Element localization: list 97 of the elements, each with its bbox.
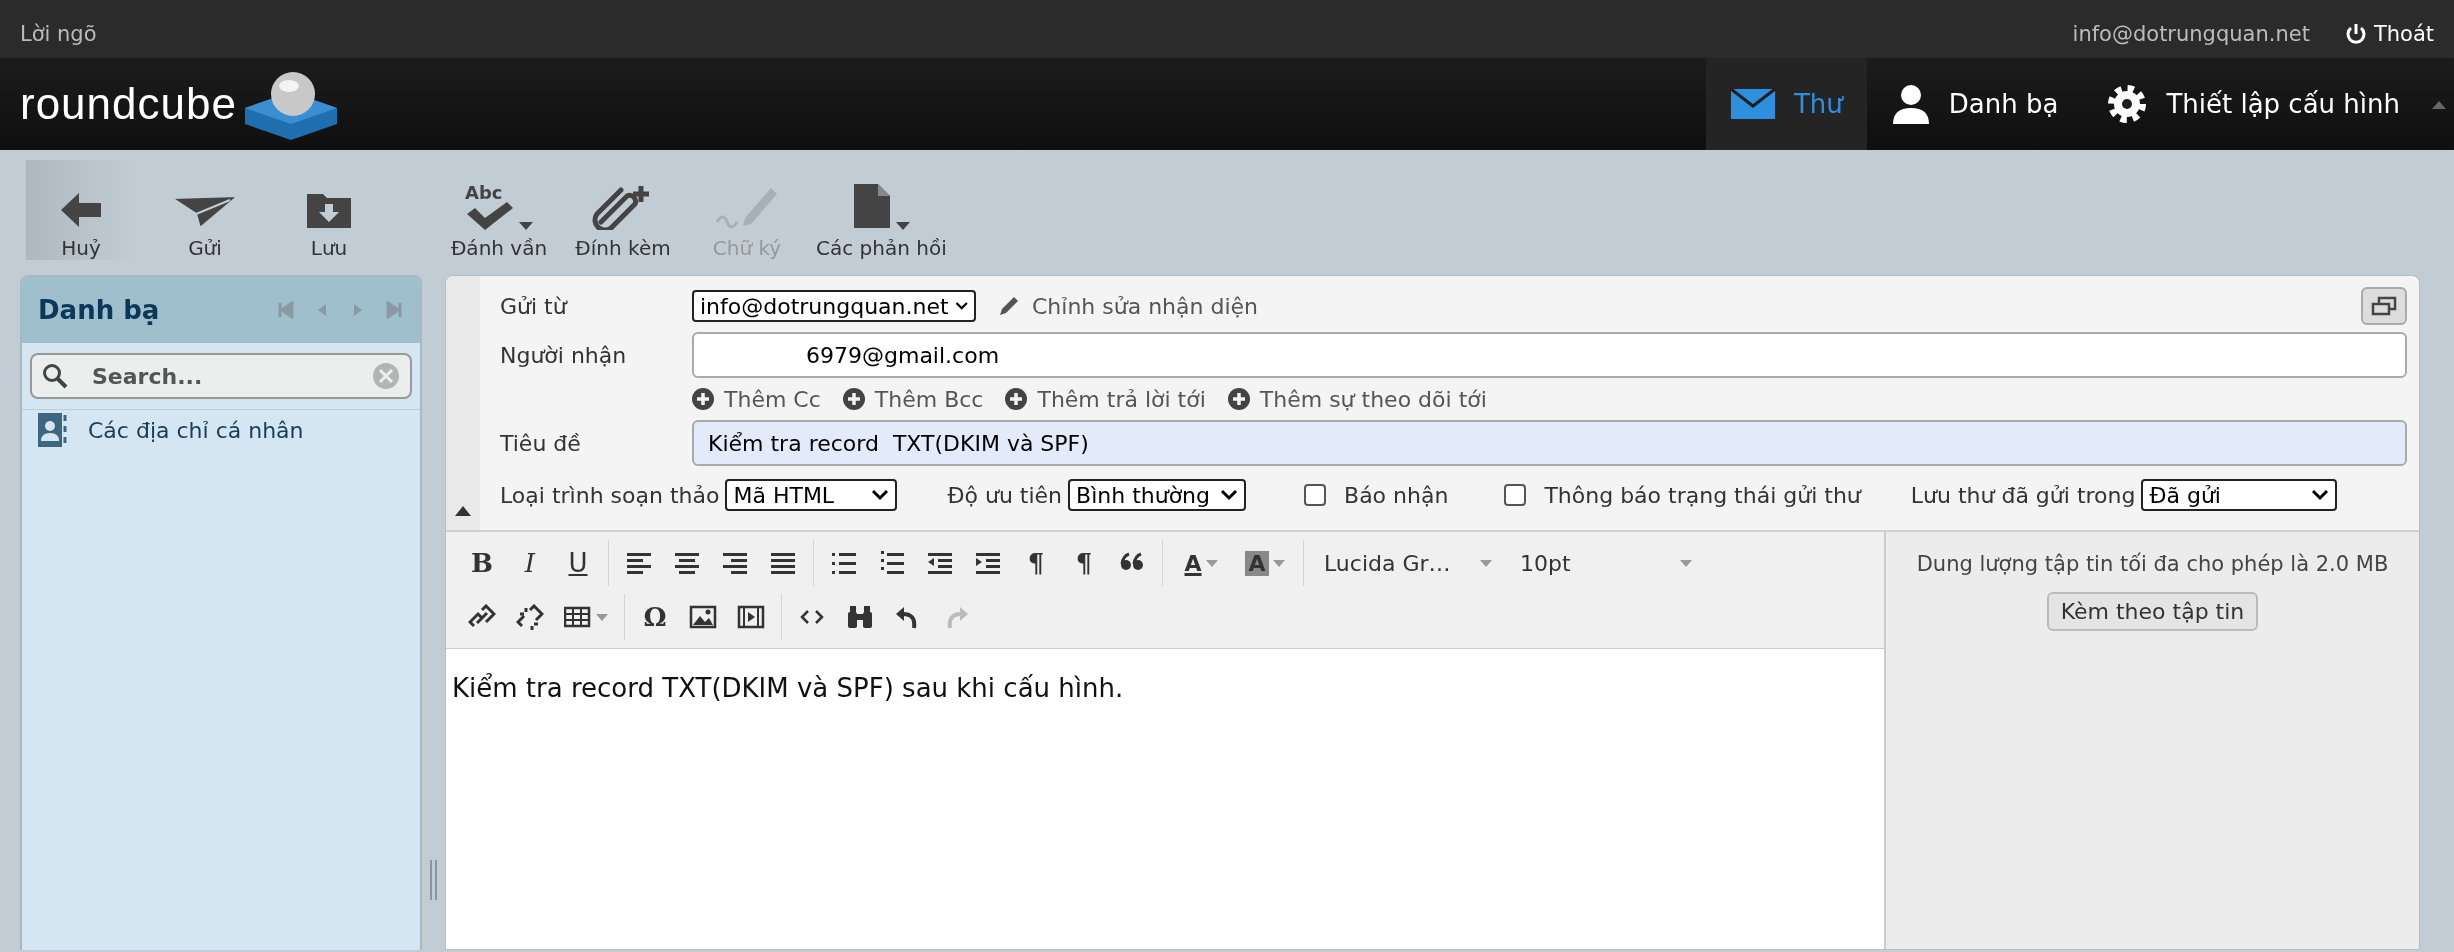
checkbox[interactable] [1504, 484, 1527, 506]
number-list-icon [878, 550, 906, 576]
popout-button[interactable] [2361, 287, 2407, 325]
option-label: Loại trình soạn thảo [500, 482, 720, 508]
last-page-icon [386, 301, 402, 319]
collapse-icon[interactable] [2432, 99, 2446, 109]
pencil-icon [998, 295, 1020, 317]
attach-file-button[interactable]: Kèm theo tập tin [2046, 592, 2259, 631]
search-field[interactable]: Search... [30, 353, 412, 399]
toolbar-button[interactable]: Các phản hồi [816, 160, 947, 260]
option-select[interactable]: Mã HTML [725, 479, 898, 511]
address-book-icon [38, 413, 68, 447]
document-icon [852, 182, 893, 230]
toolbar-button[interactable]: Abc Đánh vần [444, 160, 554, 260]
collapse-icon [455, 504, 471, 516]
nav-tab[interactable]: Thiết lập cấu hình [2082, 58, 2424, 150]
plus-icon [1227, 388, 1250, 410]
identity-select[interactable]: info@dotrungquan.net [692, 290, 976, 322]
option-label: Báo nhận [1344, 482, 1449, 508]
plus-icon [1005, 388, 1028, 410]
caret-icon [596, 613, 608, 621]
option-select[interactable]: Bình thường [1068, 479, 1247, 511]
chevron-icon [2311, 489, 2330, 501]
chevron-icon [954, 300, 968, 312]
option-label: Thông báo trạng thái gửi thư [1544, 482, 1861, 508]
field-label: Gửi từ [500, 293, 569, 319]
logout-link[interactable]: Thoát [2345, 22, 2434, 46]
windows-icon [2371, 296, 2397, 316]
toolbar-button[interactable]: Gửi [150, 160, 260, 260]
indent-icon [974, 550, 1002, 576]
link-icon [468, 604, 496, 630]
field-label: Tiêu đề [500, 430, 582, 456]
caret-icon [896, 222, 911, 230]
gear-icon [2106, 83, 2149, 125]
nav-tab[interactable]: Danh bạ [1866, 58, 2083, 150]
envelope-icon [1729, 88, 1776, 120]
add-header-link[interactable]: Thêm Cc [692, 386, 821, 412]
nav-tab[interactable]: Thư [1705, 58, 1867, 150]
underline-button[interactable]: U [554, 541, 602, 585]
attachment-size-note: Dung lượng tập tin tối đa cho phép là 2.0 MB [1916, 552, 2389, 576]
bold-button[interactable]: B [458, 541, 506, 585]
background-color-button[interactable]: A [1233, 541, 1297, 585]
add-header-link[interactable]: Thêm sự theo dõi tới [1227, 386, 1487, 412]
search-icon [42, 363, 68, 389]
align-left-icon [625, 550, 653, 576]
logo-text: roundcube [20, 79, 237, 129]
paragraph-ltr-button[interactable]: ¶ [1012, 541, 1060, 585]
italic-button[interactable]: I [506, 541, 554, 585]
caret-icon [519, 222, 533, 230]
person-icon [1890, 84, 1931, 124]
chevron-icon [871, 489, 890, 501]
edit-identity-link[interactable]: Chỉnh sửa nhận diện [998, 293, 2351, 319]
subject-field[interactable]: Kiểm tra record TXT(DKIM và SPF) [692, 420, 2407, 466]
field-label: Người nhận [500, 342, 628, 368]
paragraph-rtl-button[interactable]: ¶ [1060, 541, 1108, 585]
first-page-icon [278, 301, 294, 319]
option-label: Lưu thư đã gửi trong [1910, 482, 2136, 508]
caret-icon [1205, 559, 1218, 567]
user-email: info@dotrungquan.net [2072, 22, 2310, 46]
plus-icon [842, 388, 865, 410]
add-header-link[interactable]: Thêm Bcc [842, 386, 984, 412]
table-icon [564, 604, 592, 630]
image-icon [689, 604, 717, 630]
justify-icon [769, 550, 797, 576]
media-icon [737, 604, 765, 630]
option-label: Độ ưu tiên [947, 482, 1063, 508]
plus-icon [692, 388, 714, 410]
icon-caption: Abc [465, 184, 503, 202]
format-select[interactable]: Lucida Gr… [1310, 541, 1506, 585]
add-header-link[interactable]: Thêm trả lời tới [1005, 386, 1206, 412]
bullet-list-icon [830, 550, 858, 576]
caret-icon [1480, 559, 1492, 567]
align-center-icon [673, 550, 701, 576]
outdent-icon [926, 550, 954, 576]
format-select[interactable]: 10pt [1506, 541, 1706, 585]
caret-icon [1680, 559, 1692, 567]
chevron-icon [1220, 489, 1239, 501]
address-book-item[interactable]: Các địa chỉ cá nhân [22, 409, 420, 450]
greeting-text: Lời ngõ [20, 22, 97, 46]
message-body[interactable]: Kiểm tra record TXT(DKIM và SPF) sau khi cấu hình. [446, 649, 1884, 949]
recipient-field[interactable]: 6979@gmail.com [692, 332, 2407, 378]
toolbar-button[interactable]: Lưu [274, 160, 384, 260]
option-select[interactable]: Đã gửi [2141, 479, 2338, 511]
find-icon [846, 604, 874, 630]
toolbar-button[interactable]: Đính kèm [568, 160, 678, 260]
caret-icon [1272, 559, 1285, 567]
special-character-button[interactable]: Ω [631, 595, 679, 639]
align-right-icon [721, 550, 749, 576]
splitter-handle[interactable] [429, 860, 438, 900]
power-icon [2345, 23, 2366, 45]
arrow-left-icon [59, 190, 103, 230]
unlink-icon [516, 604, 544, 630]
clear-icon [372, 362, 400, 390]
check-mark-icon [465, 202, 515, 230]
panel-title: Danh bạ [38, 295, 161, 325]
checkbox[interactable] [1304, 484, 1327, 506]
text-color-button[interactable]: A [1169, 541, 1233, 585]
